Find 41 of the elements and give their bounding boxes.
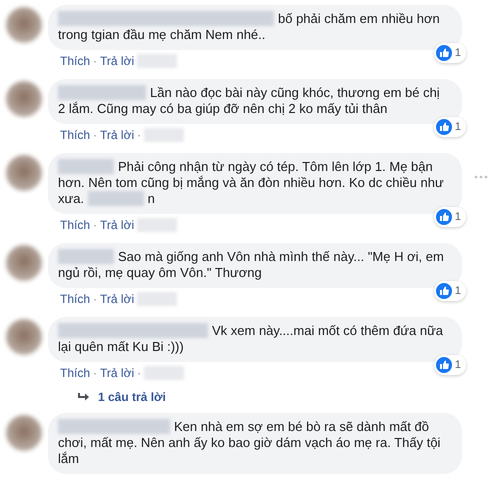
like-badge[interactable]: 1 [434, 43, 466, 63]
like-link[interactable]: Thích [60, 128, 90, 142]
thumbs-up-icon [436, 45, 452, 61]
reply-link[interactable]: Trả lời [100, 128, 134, 142]
avatar[interactable] [6, 81, 42, 117]
thumbs-up-icon [436, 119, 452, 135]
separator-dot: · [93, 366, 98, 380]
avatar[interactable] [6, 7, 42, 43]
comment-text: Vk xem này....mai mốt có thêm đứa nữa lại quên mất Ku Bi :))) [58, 323, 444, 355]
like-badge[interactable]: 1 [434, 355, 466, 375]
comment-text: Sao mà giống anh Vôn nhà mình thế này... "Mẹ H ơi, em ngủ rồi, mẹ quay ôm Vôn." Thương [58, 249, 445, 281]
like-link[interactable]: Thích [60, 366, 90, 380]
replies-link[interactable]: 1 câu trả lời [78, 390, 462, 404]
separator-dot: · [137, 128, 142, 142]
like-link[interactable]: Thích [60, 54, 90, 68]
like-badge[interactable]: 1 [434, 117, 466, 137]
like-badge[interactable]: 1 [434, 281, 466, 301]
separator-dot: · [93, 54, 98, 68]
like-link[interactable]: Thích [60, 292, 90, 306]
separator-dot: · [93, 128, 98, 142]
like-link[interactable]: Thích [60, 218, 90, 232]
avatar[interactable] [6, 415, 42, 451]
comment-text: Ken nhà em sợ em bé bò ra sẽ dành mất đồ chơi, mất mẹ. Nên anh ấy ko bao giờ dám vạch áo mẹ ra. Thấy tội lắm [58, 419, 442, 467]
comment-text: bố phải chăm em nhiều hơn trong tgian đầu mẹ chăm Nem nhé.. [58, 11, 441, 43]
avatar[interactable] [6, 155, 42, 191]
thumbs-up-icon [436, 209, 452, 225]
thumbs-up-icon [436, 357, 452, 373]
comment-text: Lần nào đọc bài này cũng khóc, thương em bé chị 2 lắm. Cũng may có ba giúp đỡ nên chị 2 ko mấy tủi thân [58, 85, 441, 117]
reply-arrow-icon [78, 392, 90, 402]
separator-dot: · [137, 366, 142, 380]
reply-link[interactable]: Trả lời [100, 366, 134, 380]
like-badge[interactable]: 1 [434, 207, 466, 227]
reply-link[interactable]: Trả lời [100, 218, 134, 232]
reply-link[interactable]: Trả lời [100, 54, 134, 68]
comment-text: Phải công nhận từ ngày có tép. Tôm lên lớp 1. Mẹ bận hơn. Nên tom cũng bị mắng và ăn đòn nhiều hơn. Ko dc chiều như xưa. n [58, 159, 445, 207]
separator-dot: · [93, 218, 98, 232]
avatar[interactable] [6, 245, 42, 281]
reply-link[interactable]: Trả lời [100, 292, 134, 306]
thumbs-up-icon [436, 283, 452, 299]
separator-dot: · [93, 292, 98, 306]
avatar[interactable] [6, 319, 42, 355]
